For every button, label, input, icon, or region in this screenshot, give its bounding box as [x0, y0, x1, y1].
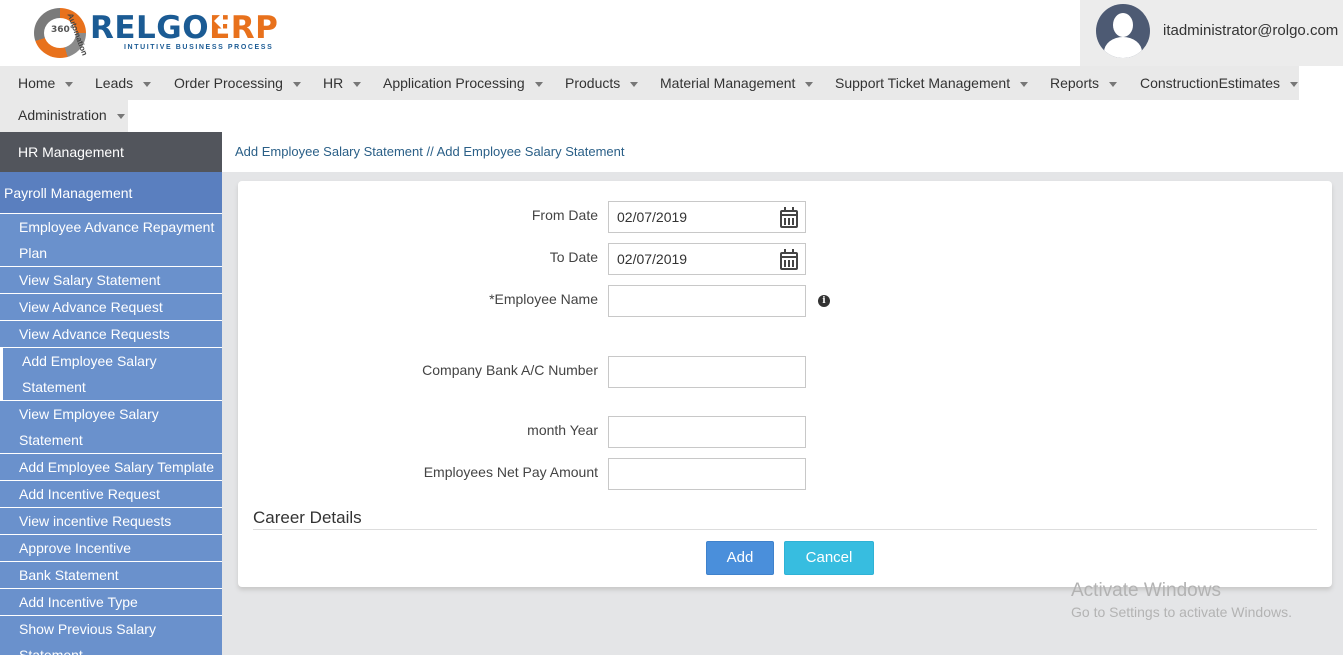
nav-leads-label: Leads — [95, 75, 134, 91]
sidebar-item-bank-statement[interactable]: Bank Statement — [0, 561, 222, 588]
chevron-down-icon — [1109, 81, 1118, 87]
sidebar-item-add-incentive-type[interactable]: Add Incentive Type — [0, 588, 222, 615]
nav-order-processing-label: Order Processing — [174, 75, 283, 91]
nav-products[interactable]: Products — [565, 75, 639, 91]
nav-products-label: Products — [565, 75, 621, 91]
salary-statement-form: From Date To Date *Employee Name i Compa… — [238, 181, 1332, 587]
month-year-field[interactable] — [608, 416, 806, 448]
sidebar-active-notch — [214, 12, 223, 30]
sidebar-item-view-employee-salary-statement[interactable]: View Employee Salary Statement — [0, 400, 222, 453]
user-menu[interactable]: itadministrator@rolgo.com — [1080, 0, 1343, 66]
employee-name-label: *Employee Name — [489, 291, 598, 307]
nav-order-processing[interactable]: Order Processing — [174, 75, 301, 91]
month-year-label: month Year — [527, 422, 598, 438]
nav-reports-label: Reports — [1050, 75, 1100, 91]
nav-administration[interactable]: Administration — [18, 107, 125, 123]
nav-material-management[interactable]: Material Management — [660, 75, 814, 91]
nav-home[interactable]: Home — [18, 75, 74, 91]
nav-support-ticket-management-label: Support Ticket Management — [835, 75, 1011, 91]
user-email[interactable]: itadministrator@rolgo.com — [1163, 22, 1338, 39]
sidebar-item-view-advance-requests[interactable]: View Advance Requests — [0, 320, 222, 347]
nav-material-management-label: Material Management — [660, 75, 796, 91]
nav-construction-estimates[interactable]: ConstructionEstimates — [1140, 75, 1299, 91]
nav-application-processing-label: Application Processing — [383, 75, 525, 91]
calendar-icon[interactable] — [780, 207, 798, 228]
sidebar-item-add-employee-salary-template[interactable]: Add Employee Salary Template — [0, 453, 222, 480]
logo-wordmark-relgo: RELGO — [90, 10, 210, 46]
app-header: 360° Automation RELGOERP INTUITIVE BUSIN… — [0, 0, 1343, 66]
main-nav: Home Leads Order Processing HR Applicati… — [0, 66, 1343, 132]
sidebar-item-approve-incentive[interactable]: Approve Incentive — [0, 534, 222, 561]
nav-support-ticket-management[interactable]: Support Ticket Management — [835, 75, 1029, 91]
chevron-down-icon — [805, 81, 814, 87]
relgo-erp-logo[interactable]: 360° Automation RELGOERP INTUITIVE BUSIN… — [34, 6, 278, 60]
nav-leads[interactable]: Leads — [95, 75, 152, 91]
bank-account-label: Company Bank A/C Number — [422, 362, 598, 378]
sidebar-item-employee-advance-repayment-plan[interactable]: Employee Advance Repayment Plan — [0, 213, 222, 266]
chevron-down-icon — [353, 81, 362, 87]
nav-home-label: Home — [18, 75, 56, 91]
sidebar-item-view-incentive-requests[interactable]: View incentive Requests — [0, 507, 222, 534]
sidebar: HR Management Payroll Management Employe… — [0, 132, 222, 655]
employee-name-field[interactable] — [608, 285, 806, 317]
sidebar-item-show-previous-salary-statement[interactable]: Show Previous Salary Statement — [0, 615, 222, 655]
sidebar-module-title[interactable]: HR Management — [0, 132, 222, 172]
chevron-down-icon — [1020, 81, 1029, 87]
chevron-down-icon — [116, 113, 125, 119]
from-date-label: From Date — [531, 207, 598, 223]
nav-hr-label: HR — [323, 75, 344, 91]
activation-watermark-title: Activate Windows — [1071, 580, 1221, 601]
sidebar-item-view-advance-request[interactable]: View Advance Request — [0, 293, 222, 320]
breadcrumb[interactable]: Add Employee Salary Statement // Add Emp… — [235, 144, 625, 159]
cancel-button[interactable]: Cancel — [784, 541, 874, 575]
chevron-down-icon — [534, 81, 543, 87]
nav-reports[interactable]: Reports — [1050, 75, 1118, 91]
chevron-down-icon — [292, 81, 301, 87]
to-date-field[interactable] — [608, 243, 806, 275]
net-pay-label: Employees Net Pay Amount — [423, 464, 598, 480]
logo-wordmark: RELGOERP — [90, 10, 278, 46]
sidebar-item-view-salary-statement[interactable]: View Salary Statement — [0, 266, 222, 293]
chevron-down-icon — [630, 81, 639, 87]
to-date-label: To Date — [549, 249, 598, 265]
from-date-field[interactable] — [608, 201, 806, 233]
avatar-user-icon[interactable] — [1096, 4, 1150, 58]
sidebar-section-payroll[interactable]: Payroll Management — [0, 172, 222, 213]
chevron-down-icon — [65, 81, 74, 87]
logo-tagline: INTUITIVE BUSINESS PROCESS — [124, 44, 274, 51]
chevron-down-icon — [143, 81, 152, 87]
info-icon[interactable]: i — [818, 295, 830, 307]
sidebar-item-add-employee-salary-statement[interactable]: Add Employee Salary Statement — [0, 347, 222, 400]
nav-administration-label: Administration — [18, 107, 107, 123]
breadcrumb-bar: Add Employee Salary Statement // Add Emp… — [222, 132, 1343, 172]
section-divider — [253, 529, 1317, 530]
nav-application-processing[interactable]: Application Processing — [383, 75, 543, 91]
section-title-career-details: Career Details — [253, 508, 362, 527]
sidebar-list: Employee Advance Repayment Plan View Sal… — [0, 213, 222, 655]
activation-watermark-subtitle: Go to Settings to activate Windows. — [1071, 604, 1292, 620]
add-button[interactable]: Add — [706, 541, 774, 575]
nav-construction-estimates-label: ConstructionEstimates — [1140, 75, 1281, 91]
sidebar-item-add-incentive-request[interactable]: Add Incentive Request — [0, 480, 222, 507]
bank-account-field[interactable] — [608, 356, 806, 388]
net-pay-field[interactable] — [608, 458, 806, 490]
chevron-down-icon — [1290, 81, 1299, 87]
nav-hr[interactable]: HR — [323, 75, 362, 91]
calendar-icon[interactable] — [780, 249, 798, 270]
